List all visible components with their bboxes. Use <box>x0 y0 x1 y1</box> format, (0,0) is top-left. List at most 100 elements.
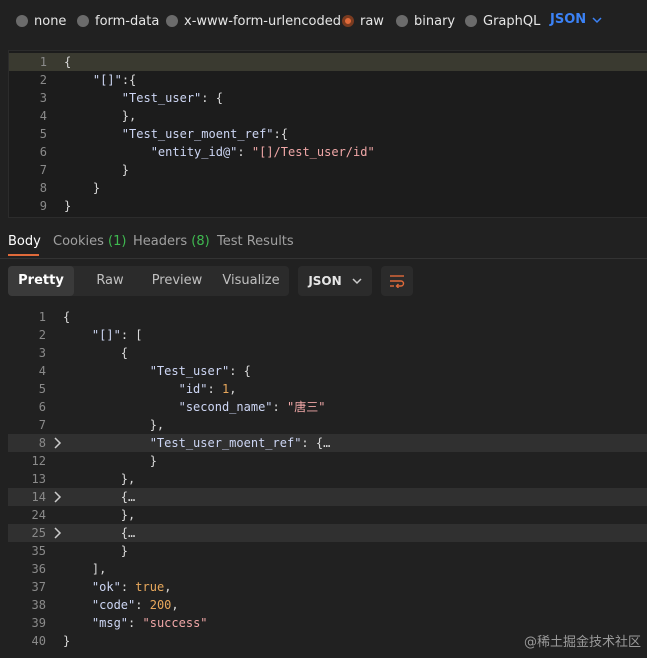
code-text: } <box>63 634 71 648</box>
line-number: 8 <box>39 181 47 195</box>
code-line: 2 "[]": [ <box>8 326 647 344</box>
line-number: 4 <box>38 364 46 378</box>
radio-dot-icon <box>77 15 89 27</box>
line-number: 25 <box>31 526 46 540</box>
line-number: 35 <box>31 544 46 558</box>
code-text: {… <box>63 490 136 504</box>
code-text: "second_name": "唐三" <box>178 400 326 414</box>
request-body-editor[interactable]: 1{2 "[]":{3 "Test_user": {4 }, 5 "Test_us… <box>8 50 647 218</box>
code-line: 8 "Test_user_moent_ref": {… <box>8 434 647 452</box>
view-preview-button[interactable]: Preview <box>146 266 208 296</box>
line-number: 6 <box>38 400 46 414</box>
code-text: }, <box>64 109 137 123</box>
line-number: 7 <box>39 163 47 177</box>
chevron-right-icon[interactable] <box>54 491 62 506</box>
line-number: 6 <box>39 145 47 159</box>
tab-cookies[interactable]: Cookies (1) <box>53 234 126 249</box>
code-line: 14 {… <box>8 488 647 506</box>
wrap-lines-icon <box>390 275 405 288</box>
tab-cookies-label: Cookies <box>53 234 104 249</box>
response-body-viewer[interactable]: 1{2 "[]": [3 {4 "Test_user": {5 "id": 1,… <box>8 306 647 656</box>
line-number: 12 <box>31 454 46 468</box>
code-line: 13 }, <box>8 470 647 488</box>
code-text: "id": 1, <box>178 382 237 396</box>
line-number: 38 <box>31 598 46 612</box>
code-line: 6 "entity_id@": "[]/Test_user/id" <box>9 143 647 161</box>
tab-headers[interactable]: Headers (8) <box>133 234 210 249</box>
code-line: 12 } <box>8 452 647 470</box>
code-line: 6 "second_name": "唐三" <box>8 398 647 416</box>
code-text: } <box>64 181 101 195</box>
code-text: { <box>63 346 129 360</box>
tab-body[interactable]: Body <box>8 234 41 249</box>
code-line: 3 { <box>8 344 647 362</box>
radio-dot-icon <box>16 15 28 27</box>
code-line: 24 }, <box>8 506 647 524</box>
radio-graphql[interactable]: GraphQL <box>465 12 540 30</box>
wrap-lines-button[interactable] <box>381 266 413 296</box>
line-number: 3 <box>39 91 47 105</box>
line-number: 39 <box>31 616 46 630</box>
code-line: 1{ <box>9 53 647 71</box>
line-number: 2 <box>39 73 47 87</box>
response-format-dropdown[interactable]: JSON <box>298 266 372 296</box>
code-line: 2 "[]":{ <box>9 71 647 89</box>
radio-x-www-form-urlencoded[interactable]: x-www-form-urlencoded <box>166 12 341 30</box>
raw-format-dropdown[interactable]: JSON <box>550 12 602 27</box>
line-number: 5 <box>39 127 47 141</box>
radio-raw[interactable]: raw <box>342 12 384 30</box>
code-text: "[]":{ <box>92 73 137 87</box>
code-line: 1{ <box>8 308 647 326</box>
line-number: 40 <box>31 634 46 648</box>
code-text: "Test_user_moent_ref": {… <box>149 436 331 450</box>
line-number: 9 <box>39 199 47 213</box>
view-mode-segment: Pretty Raw Preview Visualize <box>8 266 289 296</box>
code-line: 5 "Test_user_moent_ref":{ <box>9 125 647 143</box>
code-text: } <box>64 163 130 177</box>
radio-form-data[interactable]: form-data <box>77 12 159 30</box>
view-visualize-button[interactable]: Visualize <box>213 266 289 296</box>
chevron-right-icon[interactable] <box>54 527 62 542</box>
line-number: 13 <box>31 472 46 486</box>
code-line: 36 ], <box>8 560 647 578</box>
watermark: @稀土掘金技术社区 <box>523 635 641 650</box>
code-line: 4 "Test_user": { <box>8 362 647 380</box>
code-text: "Test_user": { <box>149 364 251 378</box>
code-text: "[]": [ <box>91 328 143 342</box>
code-line: 8 } <box>9 179 647 197</box>
line-number: 8 <box>38 436 46 450</box>
code-text: {… <box>63 526 136 540</box>
radio-dot-icon <box>465 15 477 27</box>
code-text: "ok": true, <box>91 580 172 594</box>
code-line: 35 } <box>8 542 647 560</box>
tab-test-results[interactable]: Test Results <box>217 234 294 249</box>
radio-binary[interactable]: binary <box>396 12 455 30</box>
headers-count: (8) <box>191 234 210 249</box>
code-line: 7 }, <box>8 416 647 434</box>
radio-selected-icon <box>342 15 354 27</box>
line-number: 5 <box>38 382 46 396</box>
radio-none[interactable]: none <box>16 12 66 30</box>
code-text: "Test_user_moent_ref":{ <box>121 127 288 141</box>
code-text: } <box>63 544 129 558</box>
code-text: }, <box>63 472 136 486</box>
code-line: 3 "Test_user": { <box>9 89 647 107</box>
code-text: "code": 200, <box>91 598 179 612</box>
code-text: }, <box>63 508 136 522</box>
line-number: 14 <box>31 490 46 504</box>
cookies-count: (1) <box>108 234 127 249</box>
code-line: 9} <box>9 197 647 215</box>
line-number: 3 <box>38 346 46 360</box>
view-raw-button[interactable]: Raw <box>74 266 146 296</box>
code-line: 4 }, <box>9 107 647 125</box>
code-text: "entity_id@": "[]/Test_user/id" <box>150 145 375 159</box>
tab-headers-label: Headers <box>133 234 188 249</box>
chevron-down-icon <box>592 16 602 23</box>
code-line: 39 "msg": "success" <box>8 614 647 632</box>
chevron-right-icon[interactable] <box>54 437 62 452</box>
line-number: 1 <box>38 310 46 324</box>
code-text: "msg": "success" <box>91 616 208 630</box>
view-pretty-button[interactable]: Pretty <box>8 266 74 296</box>
code-line: 5 "id": 1, <box>8 380 647 398</box>
active-tab-indicator <box>8 254 39 256</box>
